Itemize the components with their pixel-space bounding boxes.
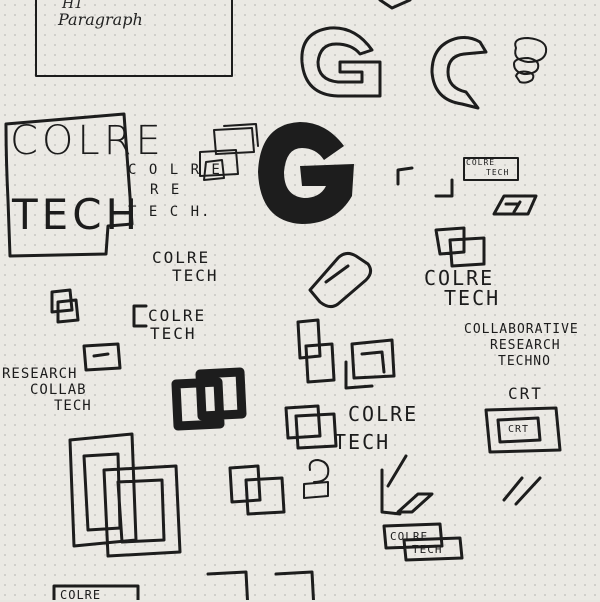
research-line-1: RESEARCH xyxy=(2,366,78,382)
research-line-3: TECH xyxy=(54,398,92,414)
stacked-line-3: T E C H. xyxy=(128,204,212,220)
chain-link-icon xyxy=(308,251,373,309)
crt-label: CRT xyxy=(508,384,543,403)
sketch-drawings xyxy=(4,0,562,600)
outline-c-logo xyxy=(430,36,488,110)
large-interlock-sketch xyxy=(68,432,182,558)
colre-center-bottom: TECH xyxy=(334,430,391,454)
mini-badge-top: COLRE xyxy=(390,530,429,543)
bulb-mark xyxy=(303,459,330,499)
research-collab-icon xyxy=(82,342,122,372)
stacked-line-2: R E xyxy=(150,182,182,198)
interlock-square-icon xyxy=(344,338,396,390)
bold-interlock-logo xyxy=(171,367,247,431)
stacked-blob-icon xyxy=(513,37,548,84)
mini-badge-bottom: TECH xyxy=(412,543,443,556)
colre-right-bottom: TECH xyxy=(444,286,501,310)
colre-small-top: COLRE xyxy=(148,306,207,325)
interlock-tall-icon xyxy=(296,318,336,384)
colre-box-bottom: TECH xyxy=(12,190,142,239)
colre-center-top: COLRE xyxy=(348,402,419,426)
collaborative-line-2: RESEARCH xyxy=(490,338,561,353)
slash-marks xyxy=(502,476,542,506)
colre-tech-square-icon xyxy=(284,404,338,450)
bottom-interlock xyxy=(206,570,315,600)
small-co-mark xyxy=(50,288,80,324)
colre-small-bottom: TECH xyxy=(150,324,197,343)
crt-box-label: CRT xyxy=(508,424,530,435)
small-interlock-icon xyxy=(228,464,286,516)
stacked-line-1: C O L R E xyxy=(128,162,222,178)
bracket-c-mark xyxy=(132,304,148,328)
corner-brackets xyxy=(396,166,454,198)
parallelogram-mark xyxy=(396,492,434,514)
top-mark xyxy=(378,0,412,10)
colre-mid-top: COLRE xyxy=(152,248,211,267)
colre-box-top: COLRE xyxy=(10,118,165,164)
colre-mid-bottom: TECH xyxy=(172,266,219,285)
research-line-2: COLLAB xyxy=(30,382,87,398)
badge-top-text: COLRE xyxy=(466,158,496,167)
slant-mark-center xyxy=(380,454,408,516)
bold-g-logo xyxy=(258,122,354,224)
outline-g-logo xyxy=(300,26,382,98)
badge-bottom-text: TECH xyxy=(486,168,510,177)
slanted-ct-mark xyxy=(492,194,538,216)
note-paragraph: Paragraph xyxy=(58,10,143,29)
collaborative-line-3: TECHNO xyxy=(498,354,551,369)
interlock-squares-icon xyxy=(434,226,486,268)
collaborative-line-1: COLLABORATIVE xyxy=(464,322,579,337)
